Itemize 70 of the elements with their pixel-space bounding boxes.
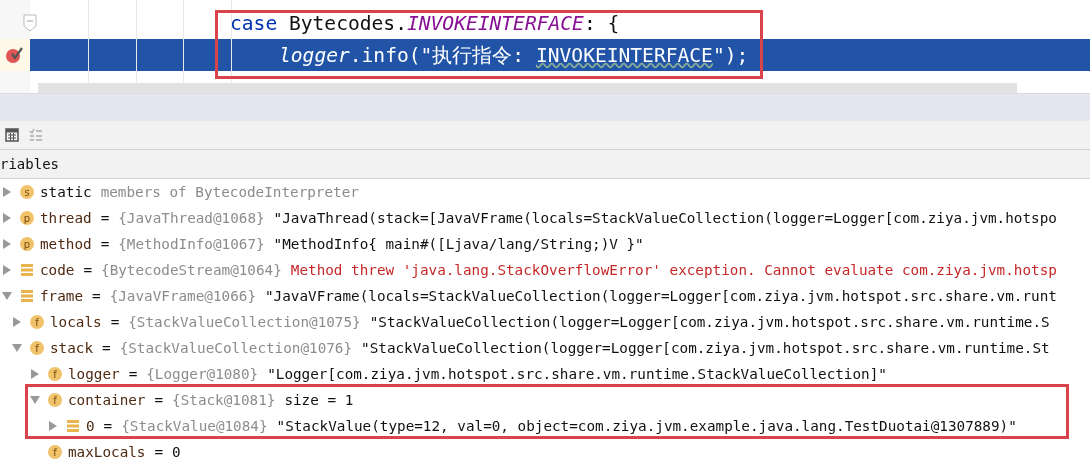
variable-value: size = 1	[284, 392, 354, 408]
code-token: INVOKEINTERFACE	[535, 43, 713, 67]
code-token: "	[712, 43, 725, 67]
variable-name: logger	[68, 366, 120, 382]
list-icon	[66, 419, 80, 433]
code-token: Bytecodes.	[287, 11, 407, 35]
operator: =	[110, 314, 120, 330]
variable-type: {Stack@1081}	[172, 392, 276, 408]
operator: =	[154, 444, 164, 460]
field-badge: f	[48, 367, 62, 381]
variable-type: {StackValueCollection@1075}	[128, 314, 361, 330]
variable-type: {Logger@1080}	[146, 366, 259, 382]
variable-type: {MethodInfo@1067}	[118, 236, 265, 252]
collapse-arrow-icon[interactable]	[10, 343, 24, 353]
code-token: "执行指令:	[420, 42, 526, 69]
operator: =	[92, 288, 101, 304]
collapse-arrow-icon[interactable]	[28, 395, 42, 405]
field-badge: f	[48, 393, 62, 407]
code-token: logger	[279, 43, 350, 67]
error-message: Method threw 'java.lang.StackOverflowError' exception. Cannot evaluate com.ziya.jvm.hotsp	[290, 262, 1057, 278]
field-badge: f	[30, 315, 44, 329]
variable-value: "StackValueCollection(logger=Logger[com.ziya.jvm.hotspot.src.share.vm.runtime.St	[361, 340, 1050, 356]
variable-type: {BytecodeStream@1064}	[101, 262, 282, 278]
panel-title: riables	[0, 156, 59, 172]
variable-type: {JavaThread@1068}	[118, 210, 265, 226]
variable-name: container	[68, 392, 146, 408]
field-badge: s	[20, 185, 34, 199]
operator: =	[103, 418, 113, 434]
variable-name: maxLocals	[68, 444, 146, 460]
code-token: : {	[583, 11, 620, 35]
variable-type: {StackValueCollection@1076}	[119, 340, 353, 356]
variable-value: 0	[172, 444, 181, 460]
list-icon	[20, 289, 34, 303]
variable-name: thread	[40, 210, 92, 226]
operator: =	[100, 236, 110, 252]
variable-value: "Logger[com.ziya.jvm.hotspot.src.share.vm.runtime.StackValueCollection]"	[267, 366, 887, 382]
calculator-icon[interactable]	[5, 128, 19, 142]
code-token: case	[230, 11, 278, 35]
field-badge: f	[30, 341, 44, 355]
operator: =	[102, 340, 111, 356]
variable-name: static	[40, 184, 92, 200]
variable-value: "StackValue(type=12, val=0, object=com.ziya.jvm.example.java.lang.TestDuotai@1307889)"	[276, 418, 1017, 434]
variable-name: method	[40, 236, 92, 252]
field-badge: f	[48, 445, 62, 459]
code-token: .info(	[349, 43, 421, 67]
list-icon	[20, 263, 34, 277]
variable-type: members of BytecodeInterpreter	[100, 184, 359, 200]
variable-name: locals	[50, 314, 102, 330]
code-token: INVOKEINTERFACE	[406, 11, 584, 35]
variable-name: frame	[40, 288, 84, 304]
variable-value: "JavaThread(stack=[JavaVFrame(locals=StackValueCollection(logger=Logger[com.ziya.jvm.hotspo	[273, 210, 1057, 226]
horizontal-scrollbar[interactable]	[38, 83, 1017, 93]
breakpoint-icon[interactable]	[6, 46, 24, 64]
variable-name: code	[40, 262, 75, 278]
fold-icon[interactable]	[23, 14, 37, 32]
variable-type: {StackValue@1084}	[121, 418, 268, 434]
operator: =	[154, 392, 164, 408]
variable-value: "StackValueCollection(logger=Logger[com.ziya.jvm.hotspot.src.share.vm.runtime.S	[369, 314, 1050, 330]
variable-type: {JavaVFrame@1066}	[109, 288, 256, 304]
variable-name: stack	[50, 340, 94, 356]
variable-value: "MethodInfo{ main#([Ljava/lang/String;)V }"	[273, 236, 644, 252]
field-badge: p	[20, 237, 34, 251]
operator: =	[100, 210, 110, 226]
variable-value: "JavaVFrame(locals=StackValueCollection(logger=Logger[com.ziya.jvm.hotspot.src.share.vm.runt	[265, 288, 1057, 304]
variable-name: 0	[86, 418, 95, 434]
field-badge: p	[20, 211, 34, 225]
code-token: );	[724, 43, 749, 67]
operator: =	[128, 366, 138, 382]
operator: =	[83, 262, 93, 278]
collapse-arrow-icon[interactable]	[0, 291, 14, 301]
